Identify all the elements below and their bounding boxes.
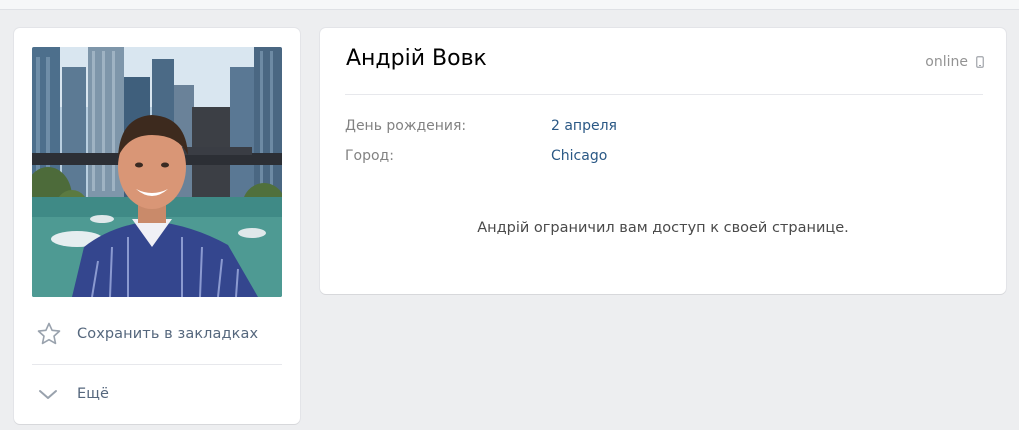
online-status-label: online	[925, 54, 968, 70]
restricted-access-message: Андрій ограничил вам доступ к своей стра…	[477, 220, 849, 236]
online-status: online	[925, 54, 984, 70]
city-value-link[interactable]: Chicago	[551, 148, 607, 164]
profile-info-card: Андрій Вовк online День рождения: 2 апре…	[320, 28, 1006, 294]
menu-divider	[32, 364, 282, 365]
profile-name: Андрій Вовк	[346, 46, 487, 71]
more-actions-label: Ещё	[77, 386, 110, 402]
profile-photo[interactable]	[32, 47, 282, 297]
chevron-down-icon	[36, 377, 70, 411]
save-to-bookmarks-label: Сохранить в закладках	[77, 326, 259, 342]
header-divider	[345, 94, 983, 95]
top-header-bar	[0, 0, 1019, 10]
more-actions-button[interactable]: Ещё	[32, 366, 282, 422]
info-row-city: Город: Chicago	[345, 146, 607, 166]
star-icon	[36, 317, 70, 351]
save-to-bookmarks-button[interactable]: Сохранить в закладках	[32, 306, 282, 362]
profile-photo-card: Сохранить в закладках Ещё	[14, 28, 300, 424]
mobile-phone-icon	[976, 56, 984, 68]
info-row-birthday: День рождения: 2 апреля	[345, 116, 617, 136]
birthday-value-link[interactable]: 2 апреля	[551, 118, 617, 134]
city-label: Город:	[345, 148, 394, 164]
birthday-label: День рождения:	[345, 118, 467, 134]
